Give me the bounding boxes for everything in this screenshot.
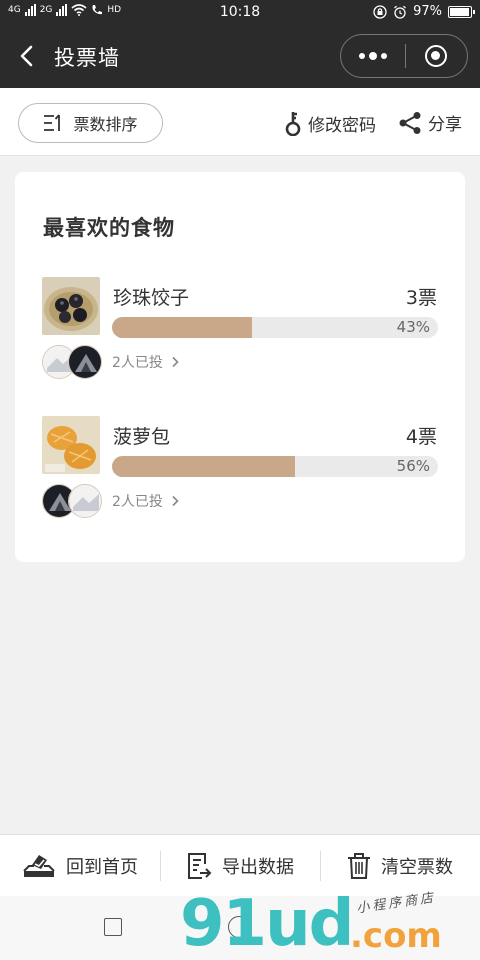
battery-percent: 97% [413,4,442,19]
option-image-pineapple-bun [42,416,100,474]
voters-row[interactable]: 2人已投 [42,484,179,518]
export-doc-icon [188,852,212,879]
back-button[interactable] [14,42,42,70]
chevron-right-icon [172,356,179,368]
vote-progress-bar: 43% [112,317,438,338]
poll-title: 最喜欢的食物 [43,216,175,240]
home-label: 回到首页 [66,856,138,878]
change-password-button[interactable]: 修改密码 [284,110,376,136]
mini-program-capsule [340,34,468,78]
voters-count: 2人已投 [112,494,163,510]
lock-rotation-icon [373,4,387,19]
option-image-dumplings [42,277,100,335]
recent-apps-button[interactable] [104,918,122,936]
export-label: 导出数据 [222,856,294,878]
voters-count-link: 2人已投 [112,491,179,511]
poll-option[interactable]: 珍珠饺子 3票 43% 2人已投 [15,277,465,397]
change-password-label: 修改密码 [308,115,376,136]
voters-row[interactable]: 2人已投 [42,345,179,379]
sort-by-votes-button[interactable]: 票数排序 [18,103,163,143]
more-dots-icon [358,53,365,59]
back-to-home-button[interactable]: 回到首页 [0,835,160,896]
battery-icon [448,5,475,18]
vote-percent: 56% [396,457,430,475]
close-target-icon [425,45,448,67]
toolbar: 票数排序 修改密码 分享 [0,88,480,156]
status-bar: 4G 2G HD 10:18 97% [0,0,480,24]
watermark-brand: 91ud [180,887,354,960]
poll-option[interactable]: 菠萝包 4票 56% 2人已投 [15,416,465,536]
avatar [68,345,102,379]
more-button[interactable] [341,34,405,78]
watermark-domain: .com [350,916,442,956]
sort-icon [44,114,61,131]
vote-progress-fill [112,317,253,338]
clear-label: 清空票数 [381,856,453,878]
back-arrow-icon [20,45,33,67]
avatar [68,484,102,518]
key-icon [285,112,301,136]
voters-count-link: 2人已投 [112,352,179,372]
watermark: 91ud 小程序商店 .com [180,888,480,960]
option-name: 珍珠饺子 [113,287,190,309]
alarm-icon [394,5,407,19]
vote-percent: 43% [396,318,430,336]
trash-icon [348,852,370,879]
share-button[interactable]: 分享 [398,110,462,135]
status-right: 97% [373,4,475,19]
nav-bar: 投票墙 [0,24,480,88]
option-votes: 3票 [405,287,437,309]
vote-box-icon [23,854,55,877]
share-label: 分享 [428,115,462,135]
vote-progress-bar: 56% [112,456,438,477]
watermark-handwriting: 小程序商店 [355,890,437,917]
chevron-right-icon [172,495,179,507]
poll-card: 最喜欢的食物 珍珠饺子 3票 43% 2人已投 菠萝包 4票 56% 2人已投 [15,172,465,562]
close-button[interactable] [405,34,467,78]
option-name: 菠萝包 [113,426,171,448]
option-votes: 4票 [405,426,437,448]
sort-label: 票数排序 [73,115,138,134]
voters-count: 2人已投 [112,355,163,371]
vote-progress-fill [112,456,295,477]
share-icon [399,111,421,134]
page-title: 投票墙 [54,46,120,70]
